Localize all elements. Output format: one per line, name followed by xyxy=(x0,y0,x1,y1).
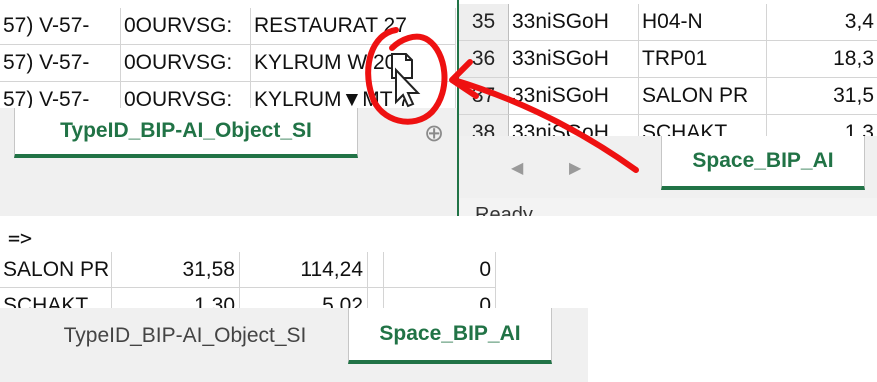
tab-space-bip-ai-active[interactable]: Space_BIP_AI xyxy=(348,308,552,364)
tab-space-bip-ai[interactable]: Space_BIP_AI xyxy=(661,136,865,190)
cell-b1-c4[interactable] xyxy=(368,252,384,288)
cell-r2-c2[interactable]: 0OURVSG: xyxy=(121,45,251,82)
cell-37-b[interactable]: SALON PR xyxy=(639,78,767,115)
cell-36-b[interactable]: TRP01 xyxy=(639,41,767,78)
bottom-sheet-tab-bar: TypeID_BIP-AI_Object_SI Space_BIP_AI xyxy=(0,308,588,382)
bottom-sheet-view: SALON PR 31,58 114,24 0 SCHAKT 1,30 5,02… xyxy=(0,252,588,382)
cell-37-c[interactable]: 31,5 xyxy=(767,78,877,115)
row-header-35[interactable]: 35 xyxy=(459,4,509,41)
cell-35-c[interactable]: 3,4 xyxy=(767,4,877,41)
sheet-nav-right-icon[interactable]: ▶ xyxy=(569,158,581,178)
cell-36-c[interactable]: 18,3 xyxy=(767,41,877,78)
tab-typeid-bip-ai-object-si[interactable]: TypeID_BIP-AI_Object_SI xyxy=(14,108,358,158)
cell-r1-c3[interactable]: RESTAURAT 27 xyxy=(251,8,456,45)
top-left-sheet-view: 57) V-57- 0OURVSG: RESTAURAT 27 57) V-57… xyxy=(0,0,457,216)
cell-b1-c1[interactable]: SALON PR xyxy=(0,252,112,288)
status-bar: Ready xyxy=(459,198,877,216)
row-header-37[interactable]: 37 xyxy=(459,78,509,115)
cell-35-b[interactable]: H04-N xyxy=(639,4,767,41)
cell-r2-c1[interactable]: 57) V-57- xyxy=(0,45,121,82)
row-header-36[interactable]: 36 xyxy=(459,41,509,78)
cell-36-a[interactable]: 33niSGoH xyxy=(509,41,639,78)
top-left-sheet-tab-bar: TypeID_BIP-AI_Object_SI ⊕ xyxy=(0,108,457,216)
sheet-nav-left-icon[interactable]: ◀ xyxy=(511,158,523,178)
top-right-sheet-tab-bar: ◀ ▶ Space_BIP_AI xyxy=(459,136,877,198)
result-arrow-text: => xyxy=(8,226,33,250)
cell-b1-c2[interactable]: 31,58 xyxy=(112,252,240,288)
cell-r1-c2[interactable]: 0OURVSG: xyxy=(121,8,251,45)
cell-35-a[interactable]: 33niSGoH xyxy=(509,4,639,41)
cell-b1-c5[interactable]: 0 xyxy=(384,252,496,288)
tab-typeid-bip-ai-object-si-inactive[interactable]: TypeID_BIP-AI_Object_SI xyxy=(24,308,346,364)
top-right-sheet-view: 35 33niSGoH H04-N 3,4 36 33niSGoH TRP01 … xyxy=(457,0,877,216)
drag-sheet-cursor-icon xyxy=(391,53,421,108)
cell-r1-c1[interactable]: 57) V-57- xyxy=(0,8,121,45)
cell-b1-c3[interactable]: 114,24 xyxy=(240,252,368,288)
add-sheet-icon[interactable]: ⊕ xyxy=(424,122,444,146)
cell-37-a[interactable]: 33niSGoH xyxy=(509,78,639,115)
status-text: Ready xyxy=(475,204,533,216)
